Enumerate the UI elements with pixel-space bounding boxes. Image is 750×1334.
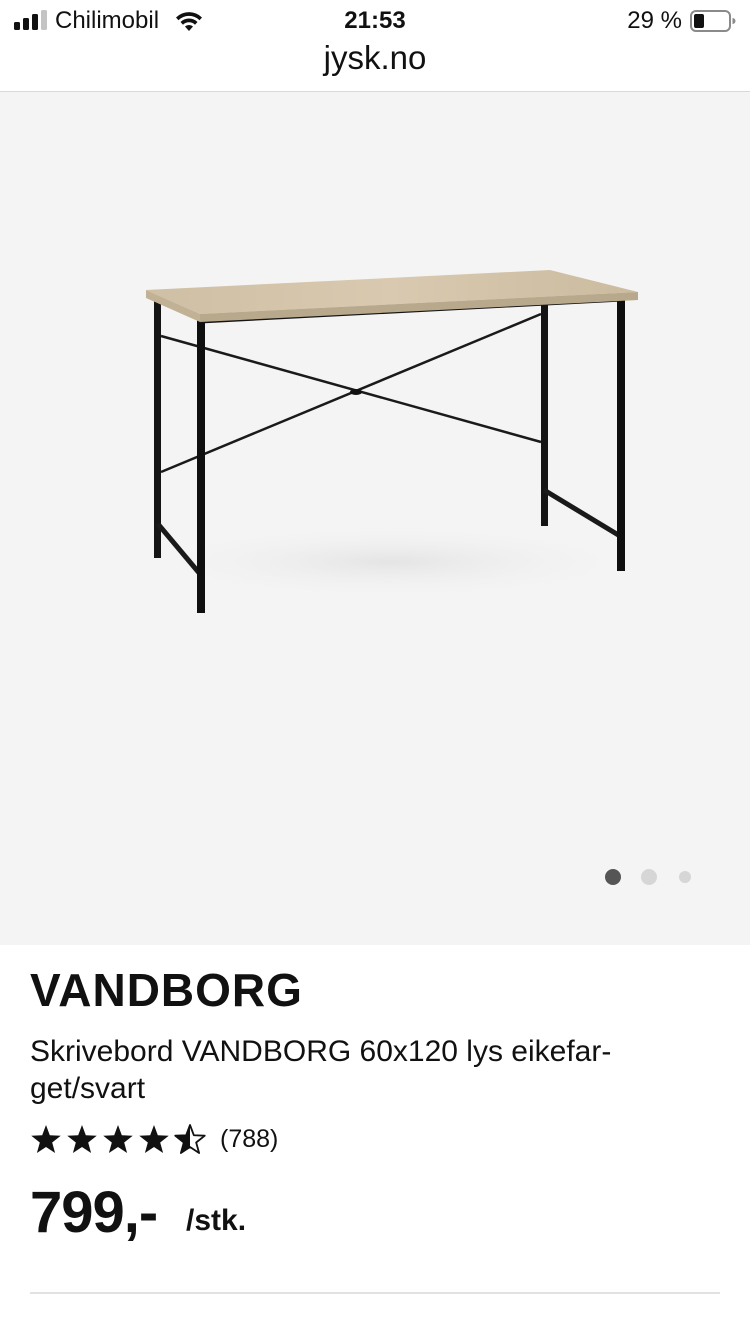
gallery-dot-3[interactable]: [679, 871, 691, 883]
star-full-icon: [139, 1125, 169, 1154]
star-full-icon: [67, 1125, 97, 1154]
price-unit: /stk.: [186, 1204, 247, 1237]
review-count[interactable]: (788): [220, 1122, 278, 1156]
gallery-pagination: [605, 869, 705, 887]
battery-percent: 29 %: [627, 7, 682, 34]
product-price: 799,-: [30, 1180, 158, 1245]
browser-address-bar[interactable]: jysk.no: [0, 36, 750, 92]
gallery-dot-1[interactable]: [605, 869, 621, 885]
star-half-icon: [174, 1124, 206, 1154]
url-text[interactable]: jysk.no: [0, 38, 750, 78]
gallery-dot-2[interactable]: [641, 869, 657, 885]
product-image-gallery[interactable]: [0, 92, 750, 945]
star-full-icon: [103, 1125, 133, 1154]
section-divider: [30, 1292, 720, 1294]
star-full-icon: [31, 1125, 61, 1154]
product-description: Skrivebord VANDBORG 60x120 lys eikefar-g…: [30, 1035, 612, 1105]
desk-product-image[interactable]: [120, 252, 660, 632]
battery-icon: [690, 10, 736, 32]
product-brand-title: VANDBORG: [30, 964, 303, 1016]
rating-stars: [31, 1124, 206, 1154]
product-rating[interactable]: (788): [30, 1122, 430, 1158]
